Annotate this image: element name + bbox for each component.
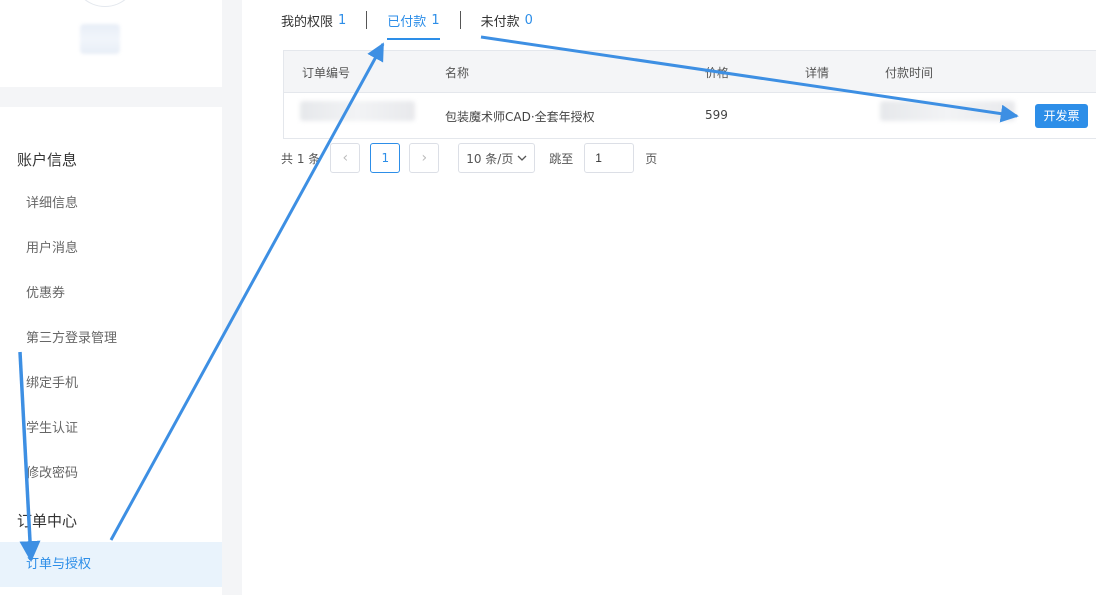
sidebar-item-bind-phone[interactable]: 绑定手机: [0, 361, 222, 406]
prev-page-button[interactable]: ‹: [330, 143, 361, 173]
jump-page-input[interactable]: [584, 143, 635, 173]
page-size-value: 10 条/页: [466, 151, 514, 166]
sidebar-item-messages[interactable]: 用户消息: [0, 226, 222, 271]
page-button-1[interactable]: 1: [370, 143, 401, 173]
sidebar-item-coupons[interactable]: 优惠券: [0, 271, 222, 316]
section-title-account: 账户信息: [17, 151, 78, 169]
sidebar-item-third-party-login[interactable]: 第三方登录管理: [0, 316, 222, 361]
page-size-select[interactable]: 10 条/页: [458, 143, 536, 173]
jump-label: 跳至: [549, 151, 574, 166]
tab-label: 我的权限: [281, 14, 334, 30]
column-header-order-no: 订单编号: [302, 66, 351, 80]
pagination-total: 共 1 条: [281, 151, 321, 166]
next-page-button[interactable]: ›: [409, 143, 440, 173]
tab-unpaid[interactable]: 未付款 0: [481, 0, 533, 40]
sidebar: 账户信息 详细信息 用户消息 优惠券 第三方登录管理 绑定手机 学生认证 修改密…: [0, 107, 222, 595]
order-number-blurred: [300, 101, 415, 121]
chevron-down-icon: [517, 155, 527, 161]
cell-name: 包装魔术师CAD·全套年授权: [445, 110, 595, 124]
orders-table: 订单编号 名称 价格 详情 付款时间 包装魔术师CAD·全套年授权 599 开发…: [283, 50, 1096, 139]
main-content: 我的权限 1 已付款 1 未付款 0 订单编号 名称 价格 详情 付款时间 包装…: [242, 0, 1096, 595]
tab-count: 1: [431, 12, 440, 28]
tab-divider: [459, 11, 461, 29]
table-header: 订单编号 名称 价格 详情 付款时间: [284, 51, 1096, 93]
column-header-price: 价格: [705, 66, 730, 80]
column-header-paid-time: 付款时间: [885, 66, 934, 80]
tab-label: 未付款: [480, 14, 520, 30]
sidebar-item-student-verify[interactable]: 学生认证: [0, 406, 222, 451]
section-title-orders: 订单中心: [17, 512, 78, 530]
tab-label: 已付款: [387, 14, 427, 30]
sidebar-item-details[interactable]: 详细信息: [0, 181, 222, 226]
tab-paid[interactable]: 已付款 1: [387, 0, 440, 40]
username-blurred: [80, 24, 120, 54]
profile-card: [0, 0, 222, 87]
issue-invoice-button[interactable]: 开发票: [1035, 104, 1088, 128]
column-header-detail: 详情: [805, 66, 830, 80]
avatar[interactable]: [72, 0, 138, 7]
paid-time-blurred: [880, 101, 1015, 121]
page-unit-label: 页: [645, 151, 658, 166]
sidebar-item-orders-licenses[interactable]: 订单与授权: [0, 542, 222, 587]
order-tabs: 我的权限 1 已付款 1 未付款 0: [281, 0, 533, 40]
cell-price: 599: [705, 108, 728, 122]
tab-my-permissions[interactable]: 我的权限 1: [281, 0, 346, 40]
sidebar-item-change-password[interactable]: 修改密码: [0, 451, 222, 496]
tab-count: 0: [524, 12, 533, 28]
tab-count: 1: [338, 12, 347, 28]
column-header-name: 名称: [445, 66, 470, 80]
pagination: 共 1 条 ‹ 1 › 10 条/页 跳至 页: [281, 142, 657, 174]
tab-divider: [366, 11, 368, 29]
